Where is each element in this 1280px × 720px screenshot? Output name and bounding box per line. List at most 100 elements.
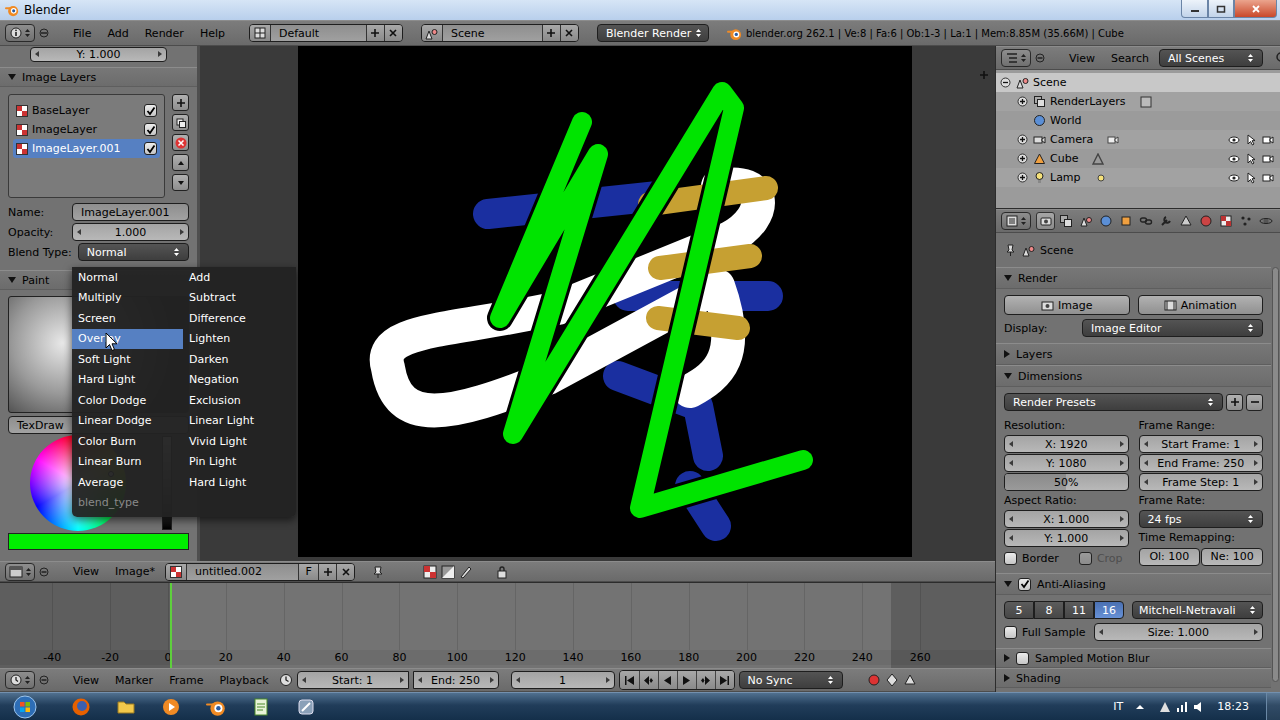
volume-icon[interactable] [1192,700,1206,714]
aa-sample-option[interactable]: 5 [1004,601,1034,619]
layer-item[interactable]: ImageLayer.001 [13,139,160,158]
image-selector[interactable]: untitled.002F [165,563,355,581]
display-mode-dropdown[interactable]: All Scenes [1159,49,1263,67]
panel-header[interactable]: Layers [996,343,1271,365]
taskbar-app[interactable] [195,694,237,720]
frame-rate-dropdown[interactable]: 24 fps [1139,510,1264,528]
move-up-button[interactable] [172,154,189,171]
resolution-x-field[interactable]: X: 1920 [1004,435,1129,453]
show-desktop-button[interactable] [1266,693,1280,720]
pin-icon[interactable] [371,565,385,579]
render-camera-icon[interactable] [1262,134,1274,146]
paint-mode-icon[interactable] [459,565,473,579]
outliner-item[interactable]: Scene [996,73,1280,92]
taskbar-app[interactable] [285,694,327,720]
collapse-menus-icon[interactable] [39,675,49,685]
menu-item[interactable]: Help [194,25,231,42]
current-frame-field[interactable]: 1 [511,671,615,689]
aspect-y-field[interactable]: Y: 1.000 [1004,529,1129,547]
remove-preset-button[interactable] [1246,394,1263,411]
menu-option[interactable]: Difference [183,308,296,329]
panel-header[interactable]: Image Layers [0,67,197,87]
render-presets-dropdown[interactable]: Render Presets [1004,393,1223,411]
context-tab[interactable] [1156,212,1175,230]
editor-type-button[interactable] [5,24,35,42]
layer-checkbox[interactable] [144,104,157,117]
aa-sample-option[interactable]: 11 [1064,601,1094,619]
current-frame-line[interactable] [170,583,172,668]
menu-item[interactable]: Marker [109,672,159,689]
render-camera-icon[interactable] [1262,153,1274,165]
start-frame-field[interactable]: Start Frame: 1 [1139,435,1264,453]
aa-filter-dropdown[interactable]: Mitchell-Netravali [1132,601,1263,619]
taskbar-app[interactable] [240,694,282,720]
outliner-item[interactable]: Cube [996,149,1280,168]
disclosure-triangle-icon[interactable] [1004,373,1012,379]
lock-icon[interactable] [495,565,509,579]
layer-checkbox[interactable] [144,123,157,136]
editor-type-button[interactable] [5,563,35,581]
aspect-x-field[interactable]: X: 1.000 [1004,510,1129,528]
timeline-view[interactable]: -40-200204060801001201401601802002202402… [0,582,995,668]
menu-option[interactable]: Normal [72,267,183,288]
preview-range-icon[interactable] [279,673,293,687]
painted-image[interactable] [298,46,912,557]
display-dropdown[interactable]: Image Editor [1082,319,1263,337]
layer-item[interactable]: ImageLayer [13,120,160,139]
uv-display-icon[interactable] [423,565,437,579]
add-layer-button[interactable] [172,94,189,111]
input-language[interactable]: IT [1105,700,1131,713]
end-frame-field[interactable]: End: 250 [413,671,499,689]
editor-type-button[interactable] [1001,49,1031,67]
menu-option[interactable]: Negation [183,370,296,391]
frame-ruler[interactable] [0,650,995,665]
menu-option[interactable]: Hard Light [72,370,183,391]
layer-name-field[interactable]: ImageLayer.001 [72,203,189,221]
menu-item[interactable]: Image* [109,563,161,580]
border-checkbox[interactable] [1004,552,1017,565]
menu-option[interactable]: Screen [72,308,183,329]
disclosure-triangle-icon[interactable] [1004,275,1012,281]
layout-selector[interactable]: Default [249,24,403,42]
full-sample-checkbox[interactable] [1004,626,1017,639]
action-center-icon[interactable] [1158,700,1172,714]
context-tab[interactable] [1056,212,1075,230]
menu-option[interactable]: Multiply [72,288,183,309]
context-tab[interactable] [1256,212,1275,230]
tray-expand-icon[interactable] [1134,701,1146,713]
image-canvas[interactable] [200,46,995,561]
disclosure-triangle-icon[interactable] [8,277,16,283]
jump-end-button[interactable] [715,671,734,689]
expand-icon[interactable] [1017,96,1028,107]
layer-checkbox[interactable] [144,142,157,155]
panel-header[interactable]: Render [996,267,1271,289]
frame-step-field[interactable]: Frame Step: 1 [1139,473,1264,491]
menu-option[interactable]: Lighten [183,329,296,350]
time-remap-new-field[interactable]: Ne: 100 [1201,548,1263,566]
render-button[interactable]: Image [1004,295,1130,315]
alpha-display-icon[interactable] [441,565,455,579]
resolution-y-field[interactable]: Y: 1080 [1004,454,1129,472]
scrollbar-thumb[interactable] [1272,267,1279,682]
start-button[interactable] [4,694,46,720]
context-tab[interactable] [1116,212,1135,230]
prev-keyframe-button[interactable] [639,671,658,689]
region-toggle[interactable] [979,70,989,80]
play-reverse-button[interactable] [658,671,677,689]
menu-option[interactable]: Linear Burn [72,452,183,473]
brush-color-swatch[interactable] [8,533,189,550]
outliner-item[interactable]: Camera [996,130,1280,149]
render-button[interactable]: Animation [1138,295,1264,315]
disclosure-triangle-icon[interactable] [8,74,16,80]
menu-option[interactable]: Average [72,472,183,493]
insert-keyframe-icon[interactable] [903,673,917,687]
collapse-icon[interactable] [1000,77,1011,88]
menu-option[interactable]: Vivid Light [183,431,296,452]
outliner-item[interactable]: Lamp [996,168,1280,187]
network-icon[interactable] [1175,700,1189,714]
disclosure-triangle-icon[interactable] [1004,674,1010,682]
scene-selector[interactable]: Scene [421,24,579,42]
aa-size-field[interactable]: Size: 1.000 [1094,623,1263,641]
editor-type-button[interactable] [5,671,35,689]
number-field[interactable]: Y: 1.000 [30,47,167,62]
